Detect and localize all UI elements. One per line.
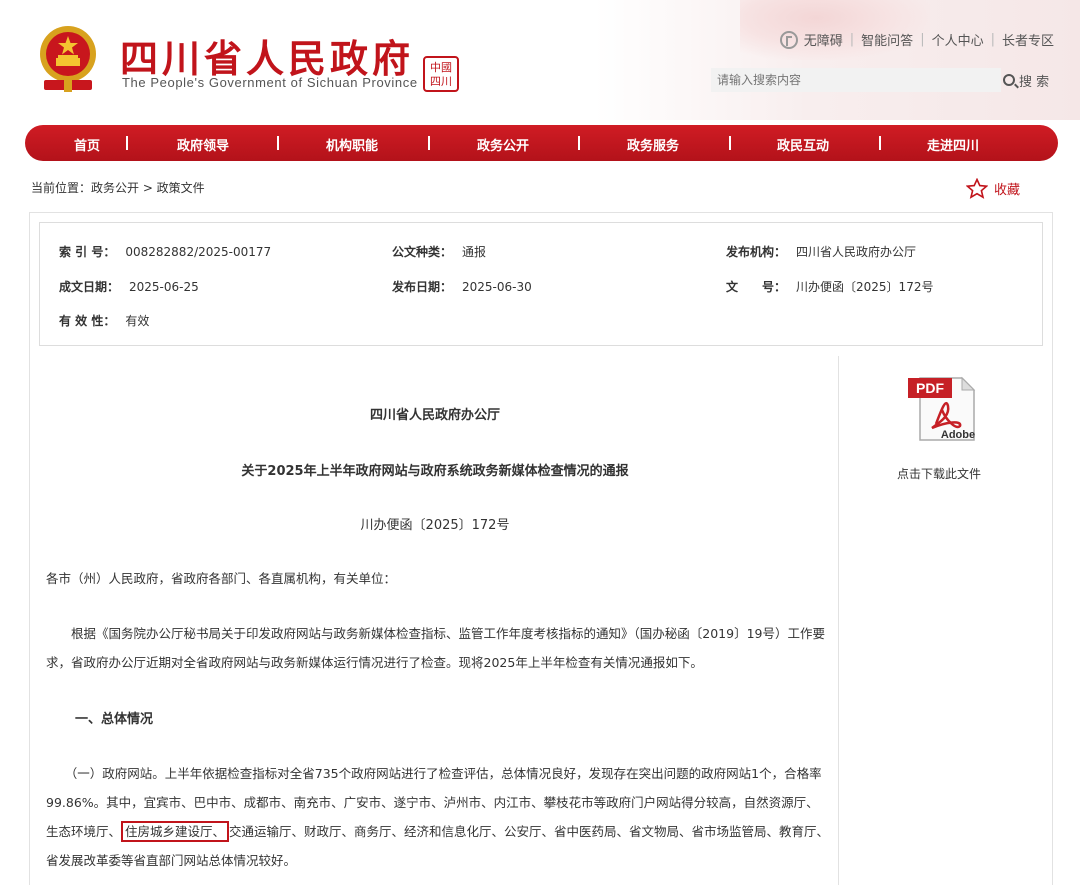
meta-written-date: 成文日期： 2025-06-25 — [59, 278, 199, 295]
meta-issuer: 发布机构： 四川省人民政府办公厅 — [726, 243, 916, 260]
nav-divider — [729, 136, 731, 150]
meta-index-label: 索 引 号： — [59, 245, 116, 259]
site-subtitle: The People's Government of Sichuan Provi… — [122, 75, 418, 90]
link-divider: | — [990, 32, 995, 47]
document-number: 川办便函〔2025〕172号 — [360, 518, 510, 533]
meta-validity-label: 有 效 性： — [59, 314, 116, 328]
meta-written-date-value: 2025-06-25 — [129, 280, 199, 294]
link-elderly-zone[interactable]: 长者专区 — [1002, 30, 1054, 49]
nav-interaction[interactable]: 政民互动 — [777, 135, 829, 154]
breadcrumb[interactable]: 当前位置：政务公开 > 政策文件 — [31, 179, 205, 196]
pdf-icon-label: PDF — [916, 380, 944, 396]
nav-gov-services[interactable]: 政务服务 — [627, 135, 679, 154]
meta-doc-number-value: 川办便函〔2025〕172号 — [796, 280, 934, 294]
meta-publish-date: 发布日期： 2025-06-30 — [392, 278, 532, 295]
meta-validity: 有 效 性： 有效 — [59, 312, 149, 329]
meta-issuer-label: 发布机构： — [726, 245, 787, 259]
meta-doc-number-label: 文 号： — [726, 280, 787, 294]
sidebar-divider — [838, 356, 839, 885]
document-title: 关于2025年上半年政府网站与政府系统政务新媒体检查情况的通报 — [241, 464, 629, 479]
nav-divider — [277, 136, 279, 150]
nav-about-sichuan[interactable]: 走进四川 — [927, 135, 979, 154]
link-smart-qa[interactable]: 智能问答 — [861, 30, 913, 49]
search-icon — [1003, 74, 1015, 86]
nav-institutions[interactable]: 机构职能 — [326, 135, 378, 154]
nav-gov-affairs-open[interactable]: 政务公开 — [477, 135, 529, 154]
nav-divider — [428, 136, 430, 150]
favorite-button[interactable]: 收藏 — [966, 178, 1020, 199]
nav-divider — [578, 136, 580, 150]
highlighted-department: 住房城乡建设厅、 — [121, 821, 230, 842]
meta-doc-type: 公文种类： 通报 — [392, 243, 486, 260]
section-heading-overall: 一、总体情况 — [75, 712, 154, 727]
nav-leaders[interactable]: 政府领导 — [177, 135, 229, 154]
document-metadata: 索 引 号： 008282882/2025-00177 公文种类： 通报 发布机构：… — [39, 222, 1043, 346]
meta-issuer-value: 四川省人民政府办公厅 — [796, 245, 917, 259]
meta-publish-date-label: 发布日期： — [392, 280, 453, 294]
meta-index: 索 引 号： 008282882/2025-00177 — [59, 243, 271, 260]
meta-validity-value: 有效 — [125, 314, 150, 328]
nav-divider — [879, 136, 881, 150]
search-input[interactable] — [711, 68, 1001, 92]
favorite-label: 收藏 — [994, 183, 1021, 198]
link-personal-center[interactable]: 个人中心 — [932, 30, 984, 49]
search-button-label: 搜 索 — [1019, 74, 1050, 90]
location-pin-icon — [779, 30, 798, 49]
nav-home[interactable]: 首页 — [74, 135, 100, 154]
main-nav: 首页 政府领导 机构职能 政务公开 政务服务 政民互动 走进四川 — [25, 125, 1058, 161]
document-paragraph-1: 根据《国务院办公厅秘书局关于印发政府网站与政务新媒体检查指标、监管工作年度考核指… — [46, 626, 825, 670]
search-button[interactable]: 搜 索 — [1003, 68, 1057, 92]
star-icon — [966, 178, 988, 199]
document-salutation: 各市（州）人民政府，省政府各部门、各直属机构，有关单位： — [46, 571, 397, 586]
link-divider: | — [849, 32, 855, 47]
document-issuer: 四川省人民政府办公厅 — [369, 408, 500, 423]
link-accessibility[interactable]: 无障碍 — [804, 30, 843, 49]
nav-divider — [126, 136, 128, 150]
pdf-download-icon[interactable]: PDF Adobe — [906, 376, 976, 442]
document-paragraph-2: （一）政府网站。上半年依据检查指标对全省735个政府网站进行了检查评估，总体情况… — [46, 759, 830, 875]
link-divider: | — [920, 32, 925, 47]
meta-doc-number: 文 号： 川办便函〔2025〕172号 — [726, 278, 933, 295]
meta-doc-type-value: 通报 — [462, 245, 487, 259]
top-links: 无障碍 | 智能问答 | 个人中心 | 长者专区 — [779, 30, 1054, 49]
meta-written-date-label: 成文日期： — [59, 280, 120, 294]
meta-index-value: 008282882/2025-00177 — [125, 245, 272, 259]
meta-publish-date-value: 2025-06-30 — [462, 280, 532, 294]
adobe-brand-text: Adobe — [941, 429, 975, 441]
download-file-link[interactable]: 点击下载此文件 — [897, 465, 981, 482]
meta-doc-type-label: 公文种类： — [392, 245, 453, 259]
seal-logo: 中國 四川 — [423, 56, 459, 92]
national-emblem-icon — [40, 26, 96, 92]
